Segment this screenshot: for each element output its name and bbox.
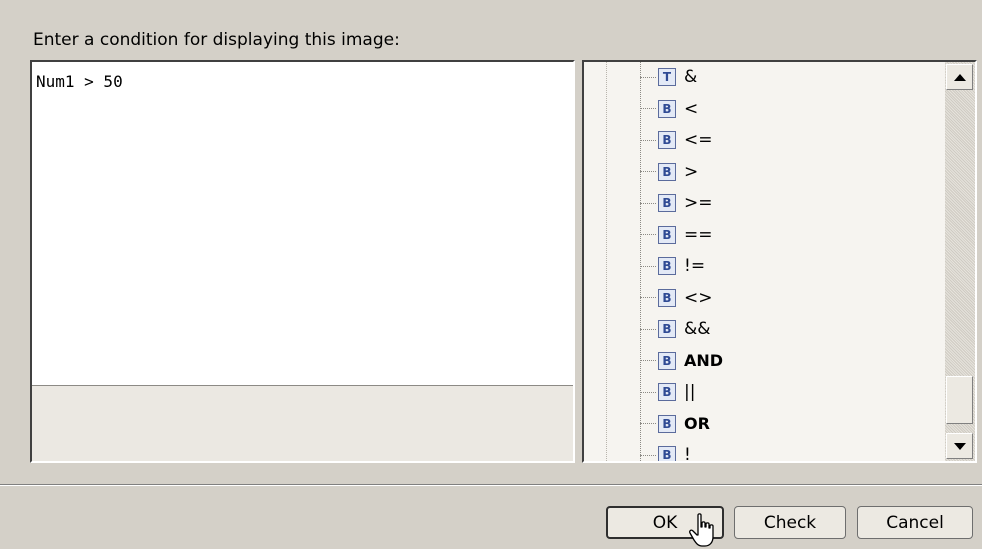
tree-item-icon: B <box>658 446 676 461</box>
tree-item-icon: B <box>658 414 676 433</box>
triangle-up-icon <box>953 73 966 81</box>
scroll-up-button[interactable] <box>946 64 973 90</box>
tree-item[interactable]: B || <box>640 378 695 406</box>
tree-item-label: < <box>684 98 699 119</box>
tree-item-icon: B <box>658 162 676 181</box>
tree-connector <box>640 171 656 172</box>
tree-item-label: == <box>684 224 713 245</box>
triangle-down-icon <box>953 442 966 450</box>
tree-item[interactable]: B <= <box>640 126 713 154</box>
condition-editor-text[interactable]: Num1 > 50 <box>36 72 123 91</box>
tree-item-label: <= <box>684 130 713 150</box>
tree-item-icon: B <box>658 288 676 307</box>
tree-item-label: <> <box>684 287 713 308</box>
hand-pointer-icon <box>689 513 714 547</box>
tree-connector <box>640 454 656 456</box>
tree-item[interactable]: B! <box>640 441 691 463</box>
condition-editor[interactable]: Num1 > 50 <box>30 60 575 463</box>
tree-item-icon: B <box>658 383 676 401</box>
tree-connector <box>640 297 656 298</box>
tree-item-label: && <box>684 319 711 339</box>
scrollbar-thumb[interactable] <box>946 376 973 424</box>
tree-connector <box>640 265 656 267</box>
tree-connector <box>640 328 656 330</box>
tree-item-icon: B <box>658 99 676 118</box>
tree-item-icon: B <box>658 131 676 149</box>
tree-item-label: ! <box>684 445 691 463</box>
tree-item[interactable]: B > <box>640 158 698 186</box>
tree-item[interactable]: B >= <box>640 189 713 217</box>
tree-item-icon: B <box>658 257 676 275</box>
tree-item-label: OR <box>684 414 710 433</box>
tree-scrollbar[interactable] <box>945 62 975 461</box>
dialog-divider <box>0 484 982 486</box>
tree-connector <box>640 391 656 393</box>
tree-item[interactable]: B != <box>640 252 705 280</box>
tree-item[interactable]: B <> <box>640 284 713 312</box>
operator-tree[interactable]: T & B < B <= B > B >= B == B != B <> B && B AND B || B OR B! <box>582 60 977 463</box>
tree-item-icon: B <box>658 320 676 338</box>
tree-item-label: AND <box>684 351 724 370</box>
tree-connector <box>640 360 656 361</box>
tree-item-label: >= <box>684 193 713 213</box>
tree-item-label: & <box>684 67 698 87</box>
tree-item-icon: B <box>658 351 676 370</box>
check-button[interactable]: Check <box>734 506 846 539</box>
tree-item[interactable]: B && <box>640 315 711 343</box>
tree-connector <box>640 202 656 204</box>
tree-connector <box>640 423 656 424</box>
tree-item-icon: B <box>658 194 676 212</box>
scroll-down-button[interactable] <box>946 433 973 459</box>
tree-item-label: > <box>684 161 699 182</box>
condition-prompt-label: Enter a condition for displaying this im… <box>33 30 400 50</box>
tree-item-label: || <box>684 382 696 402</box>
tree-item-icon: B <box>658 225 676 244</box>
tree-item[interactable]: T & <box>640 63 697 91</box>
tree-connector <box>640 108 656 109</box>
tree-connector <box>640 139 656 141</box>
tree-guide-line <box>606 62 607 461</box>
tree-item-icon: T <box>658 68 676 86</box>
tree-connector <box>640 76 656 78</box>
tree-connector <box>640 234 656 235</box>
tree-item[interactable]: B OR <box>640 410 710 438</box>
tree-item-label: != <box>684 256 706 276</box>
editor-footer-panel <box>32 385 573 461</box>
tree-item[interactable]: B == <box>640 221 713 249</box>
tree-item[interactable]: B < <box>640 95 698 123</box>
tree-item[interactable]: B AND <box>640 347 723 375</box>
cancel-button[interactable]: Cancel <box>857 506 973 539</box>
